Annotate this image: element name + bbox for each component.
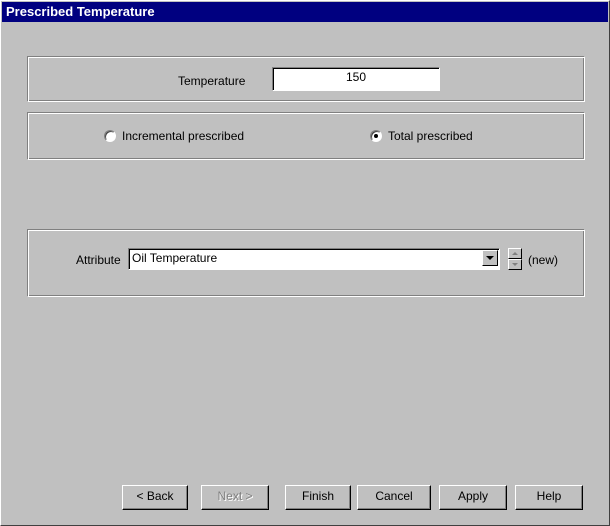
- incremental-prescribed-radio[interactable]: [104, 130, 116, 142]
- chevron-down-icon[interactable]: [482, 250, 498, 266]
- temperature-group: Temperature 150: [27, 56, 585, 102]
- back-button[interactable]: < Back: [122, 485, 188, 510]
- radio-selected-dot: [374, 134, 378, 138]
- cancel-button[interactable]: Cancel: [357, 485, 431, 510]
- temperature-input[interactable]: 150: [272, 67, 440, 91]
- attribute-spinner[interactable]: [508, 248, 522, 270]
- incremental-prescribed-label[interactable]: Incremental prescribed: [122, 129, 244, 143]
- attribute-new-label: (new): [528, 253, 559, 267]
- total-prescribed-radio[interactable]: [370, 130, 382, 142]
- help-button[interactable]: Help: [515, 485, 583, 510]
- next-button[interactable]: Next >: [201, 485, 269, 510]
- prescription-mode-group: Incremental prescribed Total prescribed: [27, 112, 585, 160]
- total-prescribed-label[interactable]: Total prescribed: [388, 129, 473, 143]
- attribute-label: Attribute: [76, 253, 121, 267]
- dialog-window: Prescribed Temperature Temperature 150 I…: [0, 0, 610, 526]
- spin-down-icon[interactable]: [508, 259, 522, 270]
- temperature-label: Temperature: [178, 74, 246, 88]
- apply-button[interactable]: Apply: [439, 485, 507, 510]
- finish-button[interactable]: Finish: [285, 485, 351, 510]
- attribute-group: Attribute Oil Temperature (new): [27, 229, 585, 297]
- temperature-value: 150: [345, 70, 367, 84]
- attribute-value: Oil Temperature: [132, 251, 218, 265]
- window-title: Prescribed Temperature: [2, 2, 608, 22]
- attribute-dropdown[interactable]: Oil Temperature: [128, 248, 500, 270]
- spin-up-icon[interactable]: [508, 248, 522, 259]
